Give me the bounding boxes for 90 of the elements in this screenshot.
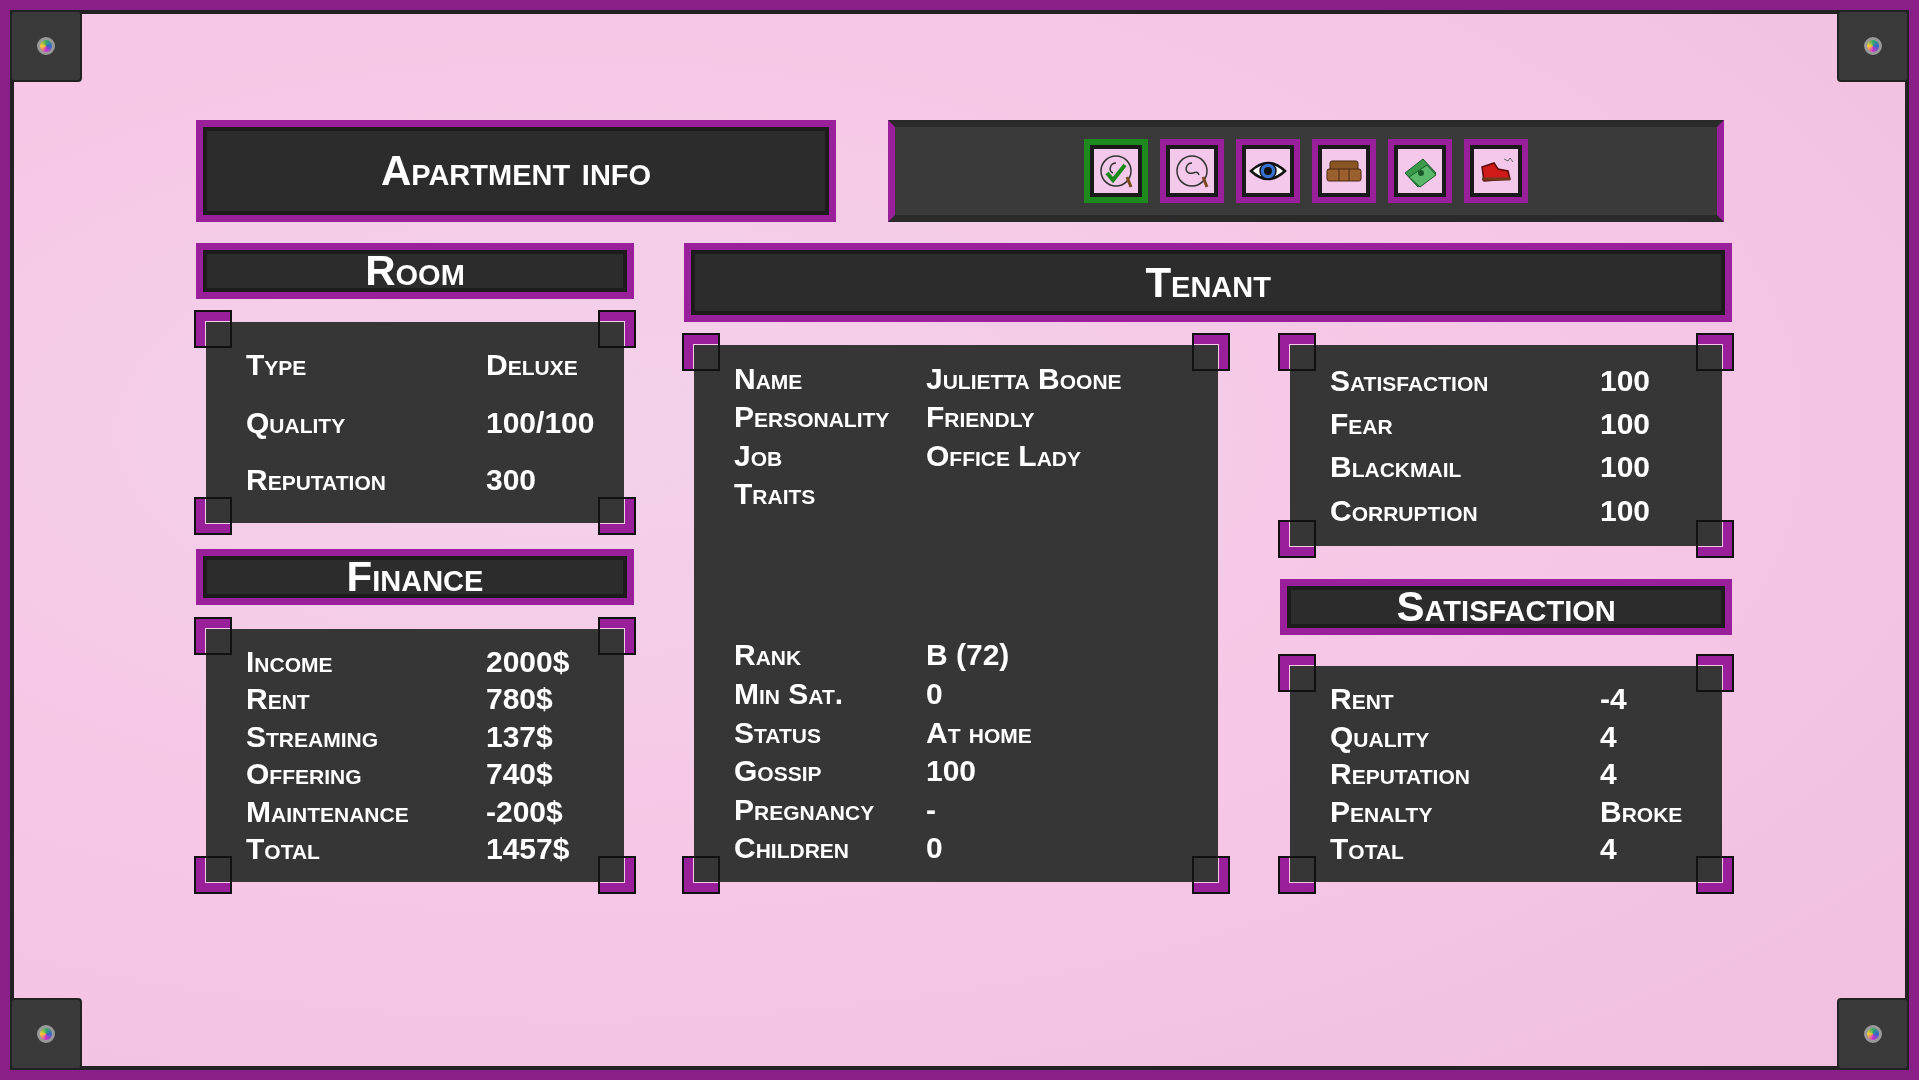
field-value: 0 xyxy=(926,830,943,867)
section-title: Tenant xyxy=(684,243,1733,322)
toolbar-button[interactable] xyxy=(1236,139,1300,203)
field-value: -4 xyxy=(1600,681,1627,717)
corner-bracket-icon xyxy=(1698,335,1733,369)
field-label: Streaming xyxy=(246,718,379,755)
corner-bracket-icon xyxy=(1280,656,1314,690)
field-label: Traits xyxy=(734,476,817,513)
field-label: Quality xyxy=(246,404,347,441)
field-value: 100 xyxy=(1600,449,1651,486)
field-label: Fear xyxy=(1330,406,1394,443)
corner-bracket-icon xyxy=(600,312,634,346)
field-label: Name xyxy=(734,360,804,397)
corner-bracket-icon xyxy=(1698,857,1733,892)
field-value: B (72) xyxy=(926,637,1010,674)
corner-bracket-icon xyxy=(684,857,718,892)
field-label: Maintenance xyxy=(246,793,410,830)
field-label: Total xyxy=(1330,831,1405,867)
field-label: Offering xyxy=(246,756,363,792)
field-label: Reputation xyxy=(246,462,387,498)
field-label: Pregnancy xyxy=(734,791,876,828)
corner-bracket-icon xyxy=(1194,857,1228,892)
field-value: 4 xyxy=(1600,831,1617,867)
field-label: Min Sat. xyxy=(734,676,845,712)
field-value: 1457$ xyxy=(486,831,570,867)
field-value: Julietta Boone xyxy=(926,360,1122,397)
section-title: Satisfaction xyxy=(1280,579,1733,635)
field-value: 4 xyxy=(1600,718,1617,755)
field-label: Job xyxy=(734,437,784,474)
field-value: - xyxy=(926,791,936,828)
section-title: Room xyxy=(196,243,634,299)
field-label: Total xyxy=(246,831,321,867)
field-value: 100 xyxy=(926,753,977,790)
field-label: Type xyxy=(246,347,308,383)
corner-bracket-icon xyxy=(1698,522,1733,556)
field-label: Corruption xyxy=(1330,492,1479,529)
field-value: 4 xyxy=(1600,756,1617,792)
field-value: 100 xyxy=(1600,362,1651,399)
field-label: Personality xyxy=(734,399,891,436)
field-value: 100/100 xyxy=(486,404,595,441)
field-value: 2000$ xyxy=(486,643,570,680)
corner-bracket-icon xyxy=(600,498,634,533)
corner-bracket-icon xyxy=(1194,335,1228,369)
corner-bracket-icon xyxy=(196,312,230,346)
corner-bracket-icon xyxy=(1280,335,1314,369)
field-label: Blackmail xyxy=(1330,449,1463,486)
corner-bracket-icon xyxy=(196,857,230,892)
corner-bolt-icon xyxy=(1837,998,1909,1070)
field-label: Quality xyxy=(1330,718,1431,755)
toolbar-button[interactable] xyxy=(1388,139,1452,203)
corner-bracket-icon xyxy=(684,335,718,369)
field-label: Status xyxy=(734,714,822,751)
field-value: -200$ xyxy=(486,793,563,830)
field-value: Friendly xyxy=(926,399,1035,436)
field-value: 300 xyxy=(486,462,537,498)
field-label: Rent xyxy=(246,681,311,717)
field-label: Rent xyxy=(1330,681,1395,717)
field-label: Satisfaction xyxy=(1330,362,1490,399)
field-label: Children xyxy=(734,830,850,867)
field-value: 780$ xyxy=(486,681,553,717)
corner-bracket-icon xyxy=(196,618,230,653)
field-value: 100 xyxy=(1600,492,1651,529)
corner-bracket-icon xyxy=(600,857,634,892)
field-label: Penalty xyxy=(1330,793,1434,830)
toolbar-button[interactable] xyxy=(1084,139,1148,203)
corner-bolt-icon xyxy=(1837,10,1909,82)
corner-bracket-icon xyxy=(1280,857,1314,892)
corner-bracket-icon xyxy=(1698,656,1733,690)
field-label: Income xyxy=(246,643,334,680)
field-value: 100 xyxy=(1600,406,1651,443)
field-value: Office Lady xyxy=(926,437,1081,474)
field-label: Rank xyxy=(734,637,803,674)
section-title: Finance xyxy=(196,548,634,605)
corner-bolt-icon xyxy=(10,998,82,1070)
field-value: At home xyxy=(926,714,1032,751)
corner-bracket-icon xyxy=(600,618,634,653)
field-value: 0 xyxy=(926,676,943,712)
toolbar-button[interactable] xyxy=(1464,139,1528,203)
toolbar-button[interactable] xyxy=(1160,139,1224,203)
field-value: Deluxe xyxy=(486,347,578,383)
field-label: Gossip xyxy=(734,753,823,790)
corner-bracket-icon xyxy=(1280,522,1314,556)
field-label: Reputation xyxy=(1330,756,1471,792)
field-value: 137$ xyxy=(486,718,553,755)
field-value: Broke xyxy=(1600,793,1683,830)
field-value: 740$ xyxy=(486,756,553,792)
corner-bolt-icon xyxy=(10,10,82,82)
corner-bracket-icon xyxy=(196,498,230,533)
window-title: Apartment info xyxy=(196,120,836,222)
toolbar-button[interactable] xyxy=(1312,139,1376,203)
